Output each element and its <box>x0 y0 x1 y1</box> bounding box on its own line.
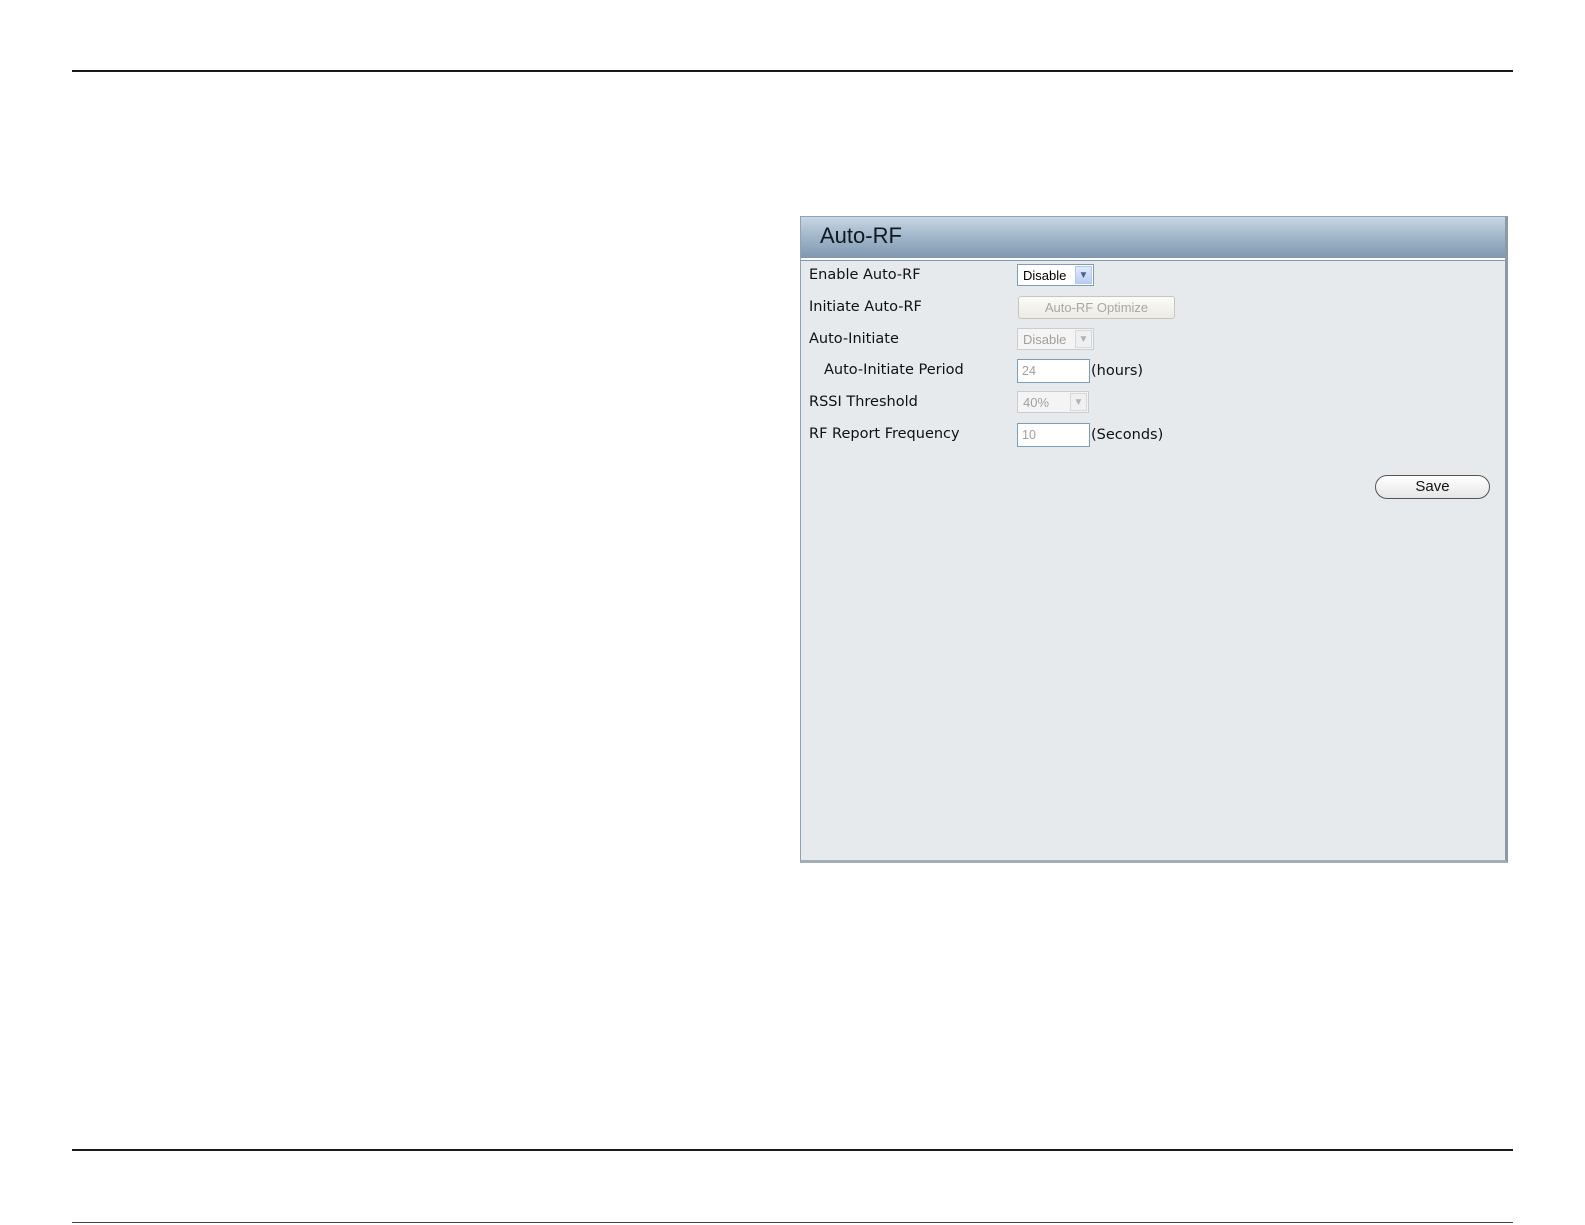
footer-divider <box>72 1222 1513 1223</box>
row-auto-initiate: Auto-Initiate Disable ▼ <box>801 328 1505 352</box>
initiate-auto-rf-label: Initiate Auto-RF <box>809 299 922 315</box>
rf-report-frequency-input[interactable]: 10 <box>1017 423 1090 447</box>
auto-rf-optimize-button[interactable]: Auto-RF Optimize <box>1018 296 1175 319</box>
chevron-down-icon[interactable]: ▼ <box>1075 266 1092 284</box>
row-rssi-threshold: RSSI Threshold 40% ▼ <box>801 391 1505 415</box>
top-divider <box>72 70 1513 72</box>
panel-header: Auto-RF <box>801 217 1505 260</box>
rssi-threshold-value: 40% <box>1023 395 1050 410</box>
row-rf-report-frequency: RF Report Frequency 10 (Seconds) <box>801 423 1505 447</box>
rssi-threshold-select[interactable]: 40% ▼ <box>1017 391 1089 413</box>
row-initiate-auto-rf: Initiate Auto-RF Auto-RF Optimize <box>801 296 1505 320</box>
enable-auto-rf-select[interactable]: Disable ▼ <box>1017 264 1094 286</box>
auto-initiate-period-value: 24 <box>1022 364 1036 378</box>
enable-auto-rf-value: Disable <box>1023 268 1067 283</box>
rf-report-frequency-label: RF Report Frequency <box>809 426 960 442</box>
auto-initiate-label: Auto-Initiate <box>809 331 899 347</box>
enable-auto-rf-label: Enable Auto-RF <box>809 267 921 283</box>
rf-report-frequency-value: 10 <box>1022 428 1036 442</box>
row-enable-auto-rf: Enable Auto-RF Disable ▼ <box>801 264 1505 288</box>
row-auto-initiate-period: Auto-Initiate Period 24 (hours) <box>801 359 1505 383</box>
auto-initiate-period-unit: (hours) <box>1091 363 1144 379</box>
panel-title: Auto-RF <box>820 223 902 248</box>
save-button[interactable]: Save <box>1375 475 1490 499</box>
bottom-divider <box>72 1149 1513 1151</box>
chevron-down-icon[interactable]: ▼ <box>1075 330 1092 348</box>
chevron-down-icon[interactable]: ▼ <box>1070 393 1087 411</box>
auto-rf-panel: Auto-RF Enable Auto-RF Disable ▼ Initiat… <box>800 216 1508 863</box>
rf-report-frequency-unit: (Seconds) <box>1091 427 1164 443</box>
rssi-threshold-label: RSSI Threshold <box>809 394 918 410</box>
auto-initiate-period-input[interactable]: 24 <box>1017 359 1090 383</box>
auto-initiate-value: Disable <box>1023 332 1067 347</box>
auto-initiate-select[interactable]: Disable ▼ <box>1017 328 1094 350</box>
auto-initiate-period-label: Auto-Initiate Period <box>824 362 964 378</box>
